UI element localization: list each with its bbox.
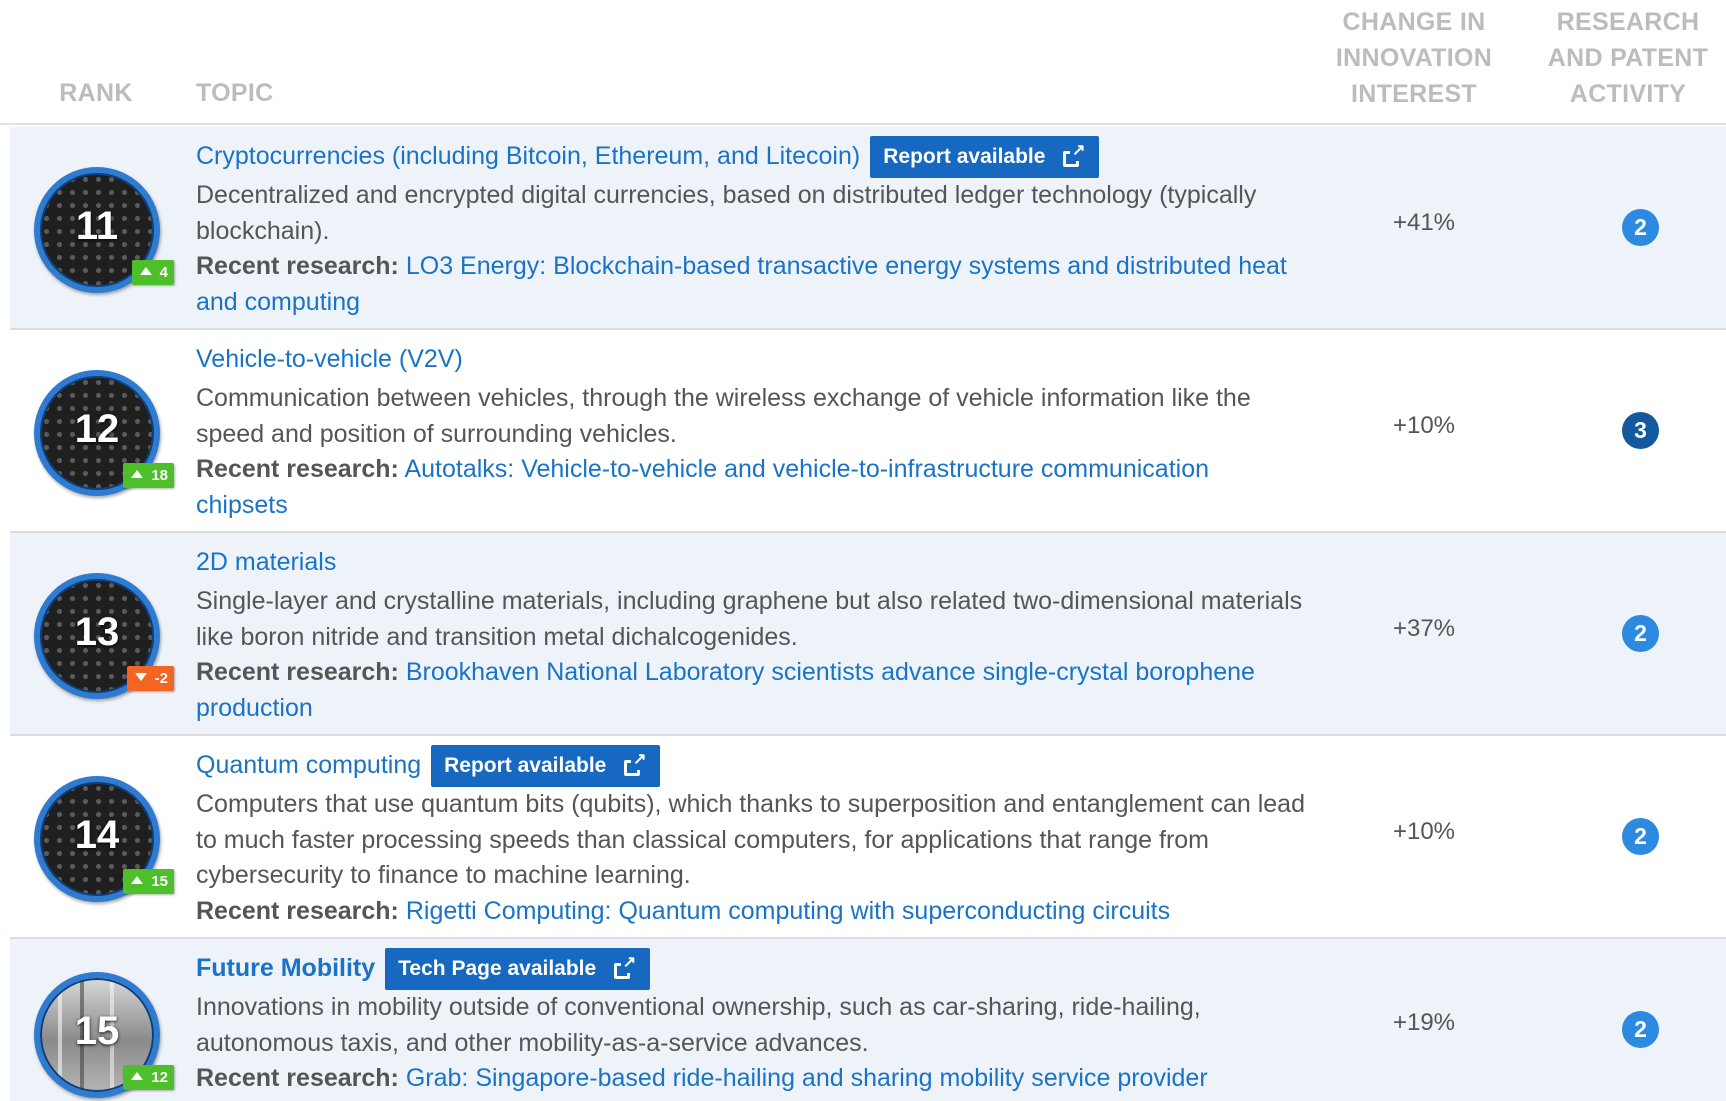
arrow-up-icon — [131, 470, 144, 478]
topic-column-header[interactable]: TOPIC — [196, 75, 273, 111]
change-value: +41% — [1392, 209, 1456, 236]
rank-badge: 13 -2 — [34, 573, 174, 699]
table-row: 12 18 Vehicle-to-vehicle (V2V) Communica… — [10, 330, 1726, 533]
topic-description: Computers that use quantum bits (qubits)… — [196, 790, 1305, 889]
topic-cell: Cryptocurrencies (including Bitcoin, Eth… — [196, 136, 1306, 320]
badge-label: Report available — [883, 145, 1046, 169]
rank-change-badge: 4 — [131, 260, 174, 285]
change-column-header[interactable]: CHANGE IN INNOVATION INTEREST — [1312, 4, 1516, 112]
table-row: 13 -2 2D materials Single-layer and crys… — [10, 533, 1726, 736]
rank-change-badge: 12 — [123, 1065, 174, 1090]
change-value: +19% — [1392, 1009, 1456, 1036]
change-value: +10% — [1392, 412, 1456, 439]
activity-badge[interactable]: 2 — [1622, 209, 1659, 246]
research-column-header[interactable]: RESEARCH AND PATENT ACTIVITY — [1530, 4, 1726, 112]
external-link-icon: ↗ — [624, 752, 647, 776]
topic-description: Decentralized and encrypted digital curr… — [196, 181, 1257, 245]
topic-title-link[interactable]: Quantum computing — [196, 748, 421, 784]
external-link-icon: ↗ — [614, 955, 637, 979]
rank-badge: 15 12 — [34, 972, 174, 1098]
tech-page-available-button[interactable]: Tech Page available ↗ — [385, 948, 651, 990]
topic-title-link[interactable]: Cryptocurrencies (including Bitcoin, Eth… — [196, 139, 860, 175]
topic-cell: Future Mobility Tech Page available ↗ Inn… — [196, 948, 1306, 1097]
table-row: 15 12 Future Mobility Tech Page availabl… — [10, 939, 1726, 1101]
recent-research-label: Recent research: — [196, 658, 399, 686]
arrow-up-icon — [131, 1072, 144, 1080]
report-available-button[interactable]: Report available ↗ — [870, 136, 1100, 178]
change-header-line-1: CHANGE IN — [1342, 8, 1486, 36]
activity-badge[interactable]: 2 — [1622, 615, 1659, 652]
change-header-line-3: INTEREST — [1350, 80, 1478, 108]
badge-label: Report available — [444, 754, 607, 778]
research-header-line-3: ACTIVITY — [1569, 80, 1687, 108]
topic-description: Innovations in mobility outside of conve… — [196, 993, 1201, 1057]
recent-research-link[interactable]: Rigetti Computing: Quantum computing wit… — [406, 897, 1170, 925]
recent-research-label: Recent research: — [196, 896, 399, 925]
rank-change-value: -2 — [154, 670, 168, 687]
topic-description: Single-layer and crystalline materials, … — [196, 587, 1303, 651]
report-available-button[interactable]: Report available ↗ — [431, 745, 661, 787]
change-value: +10% — [1392, 818, 1456, 845]
rank-change-badge: -2 — [126, 666, 174, 691]
recent-research-label: Recent research: — [196, 1064, 399, 1092]
table-header: RANK TOPIC CHANGE IN INNOVATION INTEREST… — [0, 0, 1726, 125]
topic-cell: Vehicle-to-vehicle (V2V) Communication b… — [196, 339, 1306, 523]
rank-change-value: 18 — [151, 467, 168, 484]
topic-cell: Quantum computing Report available ↗ Comp… — [196, 745, 1306, 929]
change-value: +37% — [1392, 615, 1456, 642]
topic-title-link[interactable]: Vehicle-to-vehicle (V2V) — [196, 342, 463, 378]
recent-research-link[interactable]: Grab: Singapore-based ride-hailing and s… — [406, 1064, 1208, 1092]
rank-badge: 12 18 — [34, 370, 174, 496]
research-header-line-1: RESEARCH — [1556, 8, 1700, 36]
external-link-icon: ↗ — [1063, 143, 1086, 167]
topic-description: Communication between vehicles, through … — [196, 384, 1251, 448]
rank-badge: 14 15 — [34, 776, 174, 902]
change-header-line-2: INNOVATION — [1335, 44, 1493, 72]
activity-badge[interactable]: 2 — [1622, 1011, 1659, 1048]
arrow-down-icon — [134, 673, 147, 681]
activity-badge[interactable]: 2 — [1622, 818, 1659, 855]
arrow-up-icon — [131, 876, 144, 884]
table-row: 14 15 Quantum computing Report available… — [10, 736, 1726, 939]
topic-title-link[interactable]: Future Mobility — [196, 951, 375, 987]
rank-change-badge: 18 — [123, 463, 174, 488]
topic-title-link[interactable]: 2D materials — [196, 545, 336, 581]
rank-change-value: 4 — [159, 264, 168, 281]
arrow-up-icon — [139, 267, 152, 275]
table-row: 11 4 Cryptocurrencies (including Bitcoin… — [10, 127, 1726, 330]
activity-badge[interactable]: 3 — [1622, 412, 1659, 449]
badge-label: Tech Page available — [398, 957, 597, 981]
rank-change-value: 15 — [151, 873, 168, 890]
topic-cell: 2D materials Single-layer and crystallin… — [196, 542, 1306, 726]
research-header-line-2: AND PATENT — [1547, 44, 1709, 72]
recent-research-label: Recent research: — [196, 252, 399, 280]
rank-badge: 11 4 — [34, 167, 174, 293]
recent-research-label: Recent research: — [196, 455, 399, 483]
rank-change-value: 12 — [151, 1069, 168, 1086]
rank-column-header[interactable]: RANK — [10, 75, 182, 111]
rank-change-badge: 15 — [123, 869, 174, 894]
